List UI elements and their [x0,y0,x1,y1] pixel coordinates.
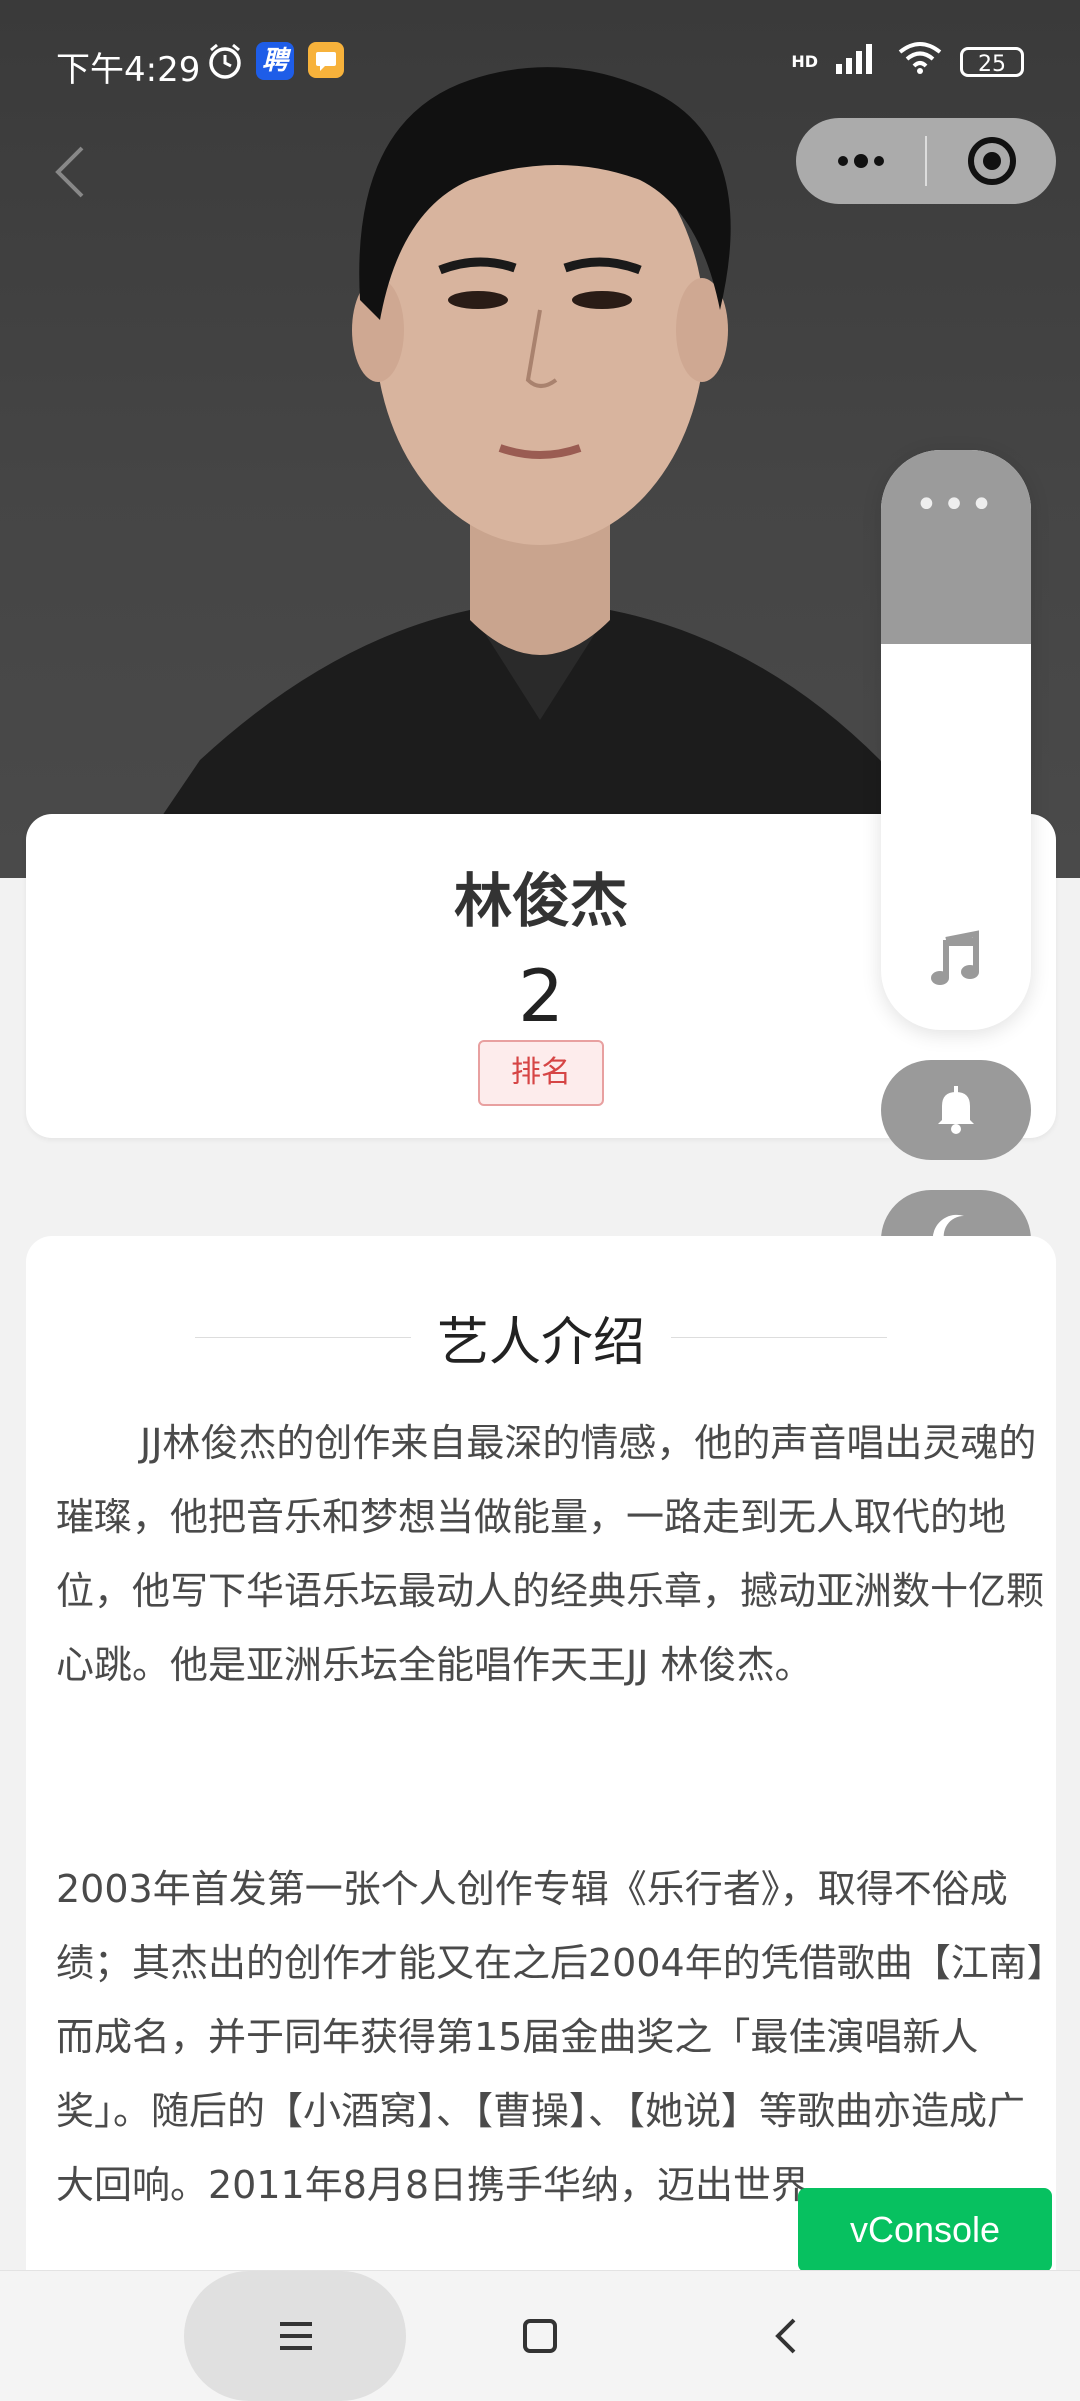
side-more-dots[interactable]: ••• [881,482,1031,528]
wifi-icon [898,40,942,83]
system-nav-bar [0,2270,1080,2401]
message-app-icon [308,42,344,78]
side-panel-header: ••• [881,450,1031,644]
title-divider-right [671,1336,887,1338]
hd-label: HD [791,52,818,71]
intro-paragraph-2: 2003年首发第一张个人创作专辑《乐行者》，取得不俗成绩；其杰出的创作才能又在之… [56,1867,1046,2207]
alarm-icon [206,42,244,89]
title-divider-left [194,1336,411,1338]
intro-title: 艺人介绍 [436,1312,645,1373]
target-circle-icon[interactable] [927,118,1056,204]
bell-button[interactable] [881,1060,1031,1160]
floating-side-panel: ••• [881,450,1031,1030]
battery-indicator: 25 [960,46,1024,77]
recruit-app-icon: 聘 [256,42,294,80]
back-chevron-icon[interactable] [50,142,90,202]
signal-icon [836,40,880,83]
vconsole-button[interactable]: vConsole [798,2188,1052,2272]
intro-paragraph-1: JJ林俊杰的创作来自最深的情感，他的声音唱出灵魂的璀璨，他把音乐和梦想当做能量，… [56,1421,1045,1687]
more-dots-icon[interactable] [796,118,925,204]
intro-title-row: 艺人介绍 [26,1302,1056,1373]
status-time: 下午4:29 [56,50,201,90]
menu-icon[interactable] [266,2306,326,2366]
status-bar: 下午4:29 聘 HD 25 [0,0,1080,120]
bell-icon [928,1080,984,1140]
back-chevron-icon[interactable] [758,2306,818,2366]
home-square-icon[interactable] [510,2306,570,2366]
rank-badge: 排名 [478,1040,604,1106]
music-note-icon[interactable] [926,930,986,990]
mini-program-capsule [796,118,1056,204]
